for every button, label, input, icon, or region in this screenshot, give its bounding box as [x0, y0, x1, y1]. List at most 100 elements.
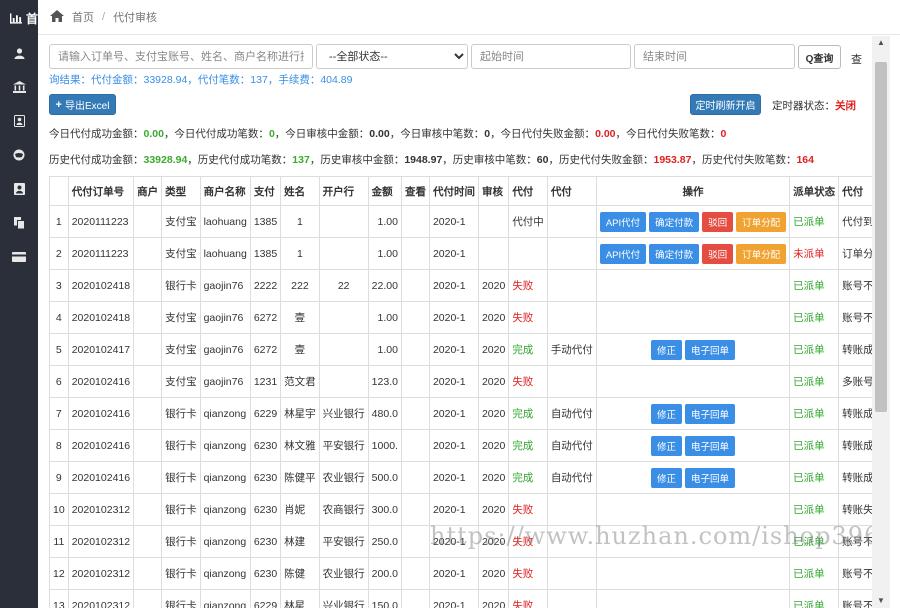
- cell-order: 2020102418: [67, 269, 135, 302]
- plus-icon: +: [55, 98, 62, 111]
- history-fail-amount: 1953.87: [653, 154, 692, 166]
- table-row: 5 2020102417 支付宝 gaojin76 6272 壹 1.00 2020-1 202…: [49, 333, 872, 366]
- fix-button[interactable]: 修正: [650, 435, 682, 456]
- reject-button[interactable]: 驳回: [702, 211, 734, 232]
- today-review-amount: 0.00: [369, 128, 390, 140]
- scroll-down-icon[interactable]: ▼: [872, 594, 890, 608]
- cell-type: 银行卡: [161, 429, 201, 462]
- column-header: 代付时间: [428, 176, 479, 206]
- cell-name: 林文雅: [280, 429, 320, 462]
- cell-audit: 2020: [477, 429, 510, 462]
- sidebar-item-profile[interactable]: [0, 104, 38, 138]
- scroll-up-icon[interactable]: ▲: [872, 36, 890, 50]
- assign-order-button[interactable]: 订单分配: [736, 243, 787, 264]
- cell-mname: qianzong: [199, 589, 251, 608]
- assign-order-button[interactable]: 订单分配: [736, 211, 787, 232]
- sidebar-item-contacts[interactable]: [0, 172, 38, 206]
- history-review-count-label: ，历史审核中笔数：: [442, 154, 537, 166]
- cell-type: 支付宝: [161, 333, 201, 366]
- cell-type: 银行卡: [161, 397, 201, 430]
- operation-buttons: 修正 电子回单: [600, 467, 786, 488]
- cell-view: [400, 397, 430, 430]
- cell-acct: 6230: [249, 429, 282, 462]
- end-time-input[interactable]: [634, 44, 795, 69]
- sidebar-item-copy[interactable]: [0, 206, 38, 240]
- breadcrumb-home-link[interactable]: 首页: [72, 9, 94, 25]
- column-header: 商户名称: [199, 176, 251, 206]
- cell-idx: 9: [49, 461, 69, 494]
- cell-idx: 4: [49, 301, 69, 334]
- start-time-input[interactable]: [471, 44, 631, 69]
- cell-method: [546, 205, 597, 238]
- cell-bank: 农业银行: [318, 461, 369, 494]
- cell-mname: gaojin76: [199, 301, 251, 334]
- history-success-amount-label: 历史代付成功金额：: [49, 154, 144, 166]
- timer-refresh-button[interactable]: 定时刷新开启: [690, 94, 761, 115]
- search-input[interactable]: [49, 44, 313, 69]
- api-payout-button[interactable]: API代付: [599, 243, 647, 264]
- cell-acct: 1385: [249, 205, 282, 238]
- confirm-payment-button[interactable]: 确定付款: [649, 211, 700, 232]
- cell-dispatch: 已派单: [789, 365, 840, 398]
- home-icon[interactable]: [50, 9, 64, 25]
- cell-method: 手动代付: [546, 333, 597, 366]
- sidebar-item-card[interactable]: [0, 240, 38, 274]
- export-excel-button[interactable]: + 导出Excel: [49, 94, 116, 115]
- breadcrumb: 首页 / 代付审核: [38, 0, 900, 35]
- fix-button[interactable]: 修正: [650, 339, 682, 360]
- cell-method: [546, 365, 597, 398]
- cell-view: [400, 429, 430, 462]
- e-receipt-button[interactable]: 电子回单: [684, 467, 735, 488]
- cell-operations: API代付 确定付款 驳回 订单分配: [595, 205, 791, 238]
- cell-operations: 修正 电子回单: [595, 397, 791, 430]
- cell-status: 完成: [508, 461, 548, 494]
- cell-view: [400, 365, 430, 398]
- operation-buttons: 修正 电子回单: [600, 403, 786, 424]
- cell-merchant: [133, 589, 163, 608]
- reject-button[interactable]: 驳回: [702, 243, 734, 264]
- cell-amount: 250.0: [367, 525, 402, 558]
- contact-icon: [13, 183, 25, 195]
- main-content: --全部状态-- Q查询 查 询结果：代付金额：33928.94，代付笔数：13…: [38, 36, 872, 608]
- column-header: 代付订单号: [67, 176, 135, 206]
- history-review-count: 60: [536, 154, 549, 166]
- confirm-payment-button[interactable]: 确定付款: [649, 243, 700, 264]
- cell-operations: [595, 589, 791, 608]
- cell-view: [400, 205, 430, 238]
- result-summary: 询结果：代付金额：33928.94，代付笔数：137，手续费：404.89: [49, 72, 352, 87]
- table-row: 2 2020111223 支付宝 laohuang 1385 1 1.00 2020-1 API…: [49, 237, 872, 270]
- today-success-count-label: ，今日代付成功笔数：: [163, 128, 269, 140]
- sidebar-item-global[interactable]: [0, 138, 38, 172]
- sidebar-item-users[interactable]: [0, 36, 38, 70]
- history-fail-count: 164: [796, 154, 814, 166]
- sidebar-brand[interactable]: 首: [0, 0, 38, 36]
- vertical-scrollbar[interactable]: ▲ ▼: [872, 36, 890, 608]
- e-receipt-button[interactable]: 电子回单: [684, 339, 735, 360]
- today-fail-count: 0: [720, 128, 727, 140]
- cell-bank: 农商银行: [318, 493, 369, 526]
- status-select[interactable]: --全部状态--: [316, 44, 468, 69]
- history-success-amount: 33928.94: [143, 154, 188, 166]
- scrollbar-thumb[interactable]: [875, 62, 887, 412]
- cell-mname: qianzong: [199, 429, 251, 462]
- sidebar-item-bank[interactable]: [0, 70, 38, 104]
- cell-bank: 22: [318, 269, 369, 302]
- cell-audit: 2020: [477, 557, 510, 590]
- query-extra-label[interactable]: 查: [851, 51, 862, 67]
- fix-button[interactable]: 修正: [650, 467, 682, 488]
- e-receipt-button[interactable]: 电子回单: [684, 435, 735, 456]
- cell-operations: 修正 电子回单: [595, 429, 791, 462]
- api-payout-button[interactable]: API代付: [599, 211, 647, 232]
- cell-pay: 转账成: [838, 429, 872, 462]
- cell-audit: [477, 205, 510, 238]
- result-amount-label: 代付金额：: [91, 74, 144, 86]
- cell-mname: laohuang: [199, 205, 251, 238]
- cell-pay: 转账成: [838, 397, 872, 430]
- e-receipt-button[interactable]: 电子回单: [684, 403, 735, 424]
- cell-view: [400, 461, 430, 494]
- cell-pay: 转账成: [838, 333, 872, 366]
- fix-button[interactable]: 修正: [650, 403, 682, 424]
- table-row: 9 2020102416 银行卡 qianzong 6230 陈健平 农业银行 500.0 20…: [49, 461, 872, 494]
- search-button[interactable]: Q查询: [798, 45, 841, 69]
- cell-dispatch: 已派单: [789, 301, 840, 334]
